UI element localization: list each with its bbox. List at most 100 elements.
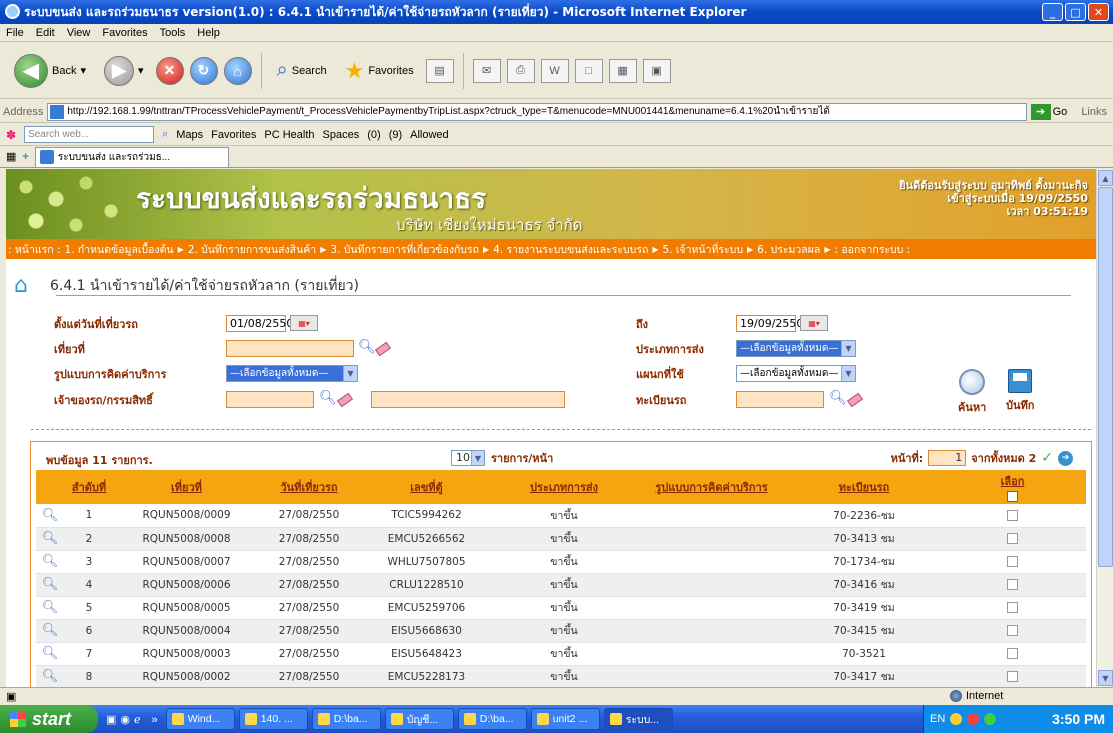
add-tab-icon[interactable]: + [22, 151, 28, 163]
search-icon[interactable]: 🔍︎ [358, 339, 376, 355]
taskbar-button[interactable]: บัญชี... [384, 708, 454, 730]
trip-input[interactable] [226, 340, 354, 357]
row-checkbox[interactable] [1007, 556, 1018, 567]
view-detail-icon[interactable]: 🔍︎ [42, 646, 59, 661]
taskbar-button[interactable]: Wind... [165, 708, 235, 730]
view-detail-icon[interactable]: 🔍︎ [42, 623, 59, 638]
tray-icon[interactable] [984, 713, 997, 725]
menu-favorites[interactable]: Favorites [102, 27, 147, 39]
stop-button[interactable]: ✕ [155, 56, 184, 85]
nav-setup[interactable]: 1. กำหนดข้อมูลเบื้องต้น [63, 241, 176, 258]
view-detail-icon[interactable]: 🔍︎ [42, 508, 59, 523]
to-date-input[interactable]: 19/09/2550 [736, 315, 803, 332]
address-input[interactable]: http://192.168.1.99/tnttran/TProcessVehi… [47, 102, 1027, 121]
web-search-input[interactable]: Search web... [24, 126, 155, 143]
tray-icon[interactable] [950, 713, 963, 725]
research-button[interactable]: ▦ [608, 58, 637, 83]
view-detail-icon[interactable]: 🔍︎ [42, 600, 59, 615]
taskbar-button[interactable]: unit2 ... [530, 708, 600, 730]
search-button[interactable]: ⌕ Search [271, 51, 333, 91]
home-icon[interactable]: ⌂ [14, 273, 28, 298]
row-checkbox[interactable] [1007, 625, 1018, 636]
tray-icon[interactable] [967, 713, 980, 725]
eraser-icon[interactable] [846, 392, 864, 408]
menu-tools[interactable]: Tools [160, 27, 186, 39]
row-checkbox[interactable] [1007, 533, 1018, 544]
nav-logout[interactable]: : ออกจากระบบ : [832, 241, 912, 258]
start-button[interactable]: start [0, 705, 98, 733]
links-label[interactable]: Links [1081, 106, 1107, 118]
eraser-icon[interactable] [336, 392, 354, 408]
table-row[interactable]: 🔍︎ 6 RQUN5008/0004 27/08/2550 EISU5668630 ขาข… [36, 619, 1086, 643]
taskbar-button[interactable]: D:\ba... [457, 708, 527, 730]
owner-code-input[interactable] [226, 391, 314, 408]
messenger-button[interactable]: ▣ [642, 58, 671, 83]
check-icon[interactable]: ✓ [1041, 450, 1053, 466]
pc-health-link[interactable]: PC Health [264, 129, 314, 141]
scroll-up-icon[interactable]: ▲ [1098, 170, 1113, 186]
refresh-button[interactable]: ↻ [189, 56, 218, 85]
browser-tab[interactable]: ระบบขนส่ง และรถร่วมธ... [34, 146, 229, 167]
table-row[interactable]: 🔍︎ 7 RQUN5008/0003 27/08/2550 EISU5648423 ขาข… [36, 642, 1086, 666]
page-size-select[interactable]: 10 ▼ [451, 450, 485, 466]
table-row[interactable]: 🔍︎ 4 RQUN5008/0006 27/08/2550 CRLU1228510 ขาข… [36, 573, 1086, 597]
maps-link[interactable]: Maps [176, 129, 203, 141]
menu-help[interactable]: Help [197, 27, 220, 39]
table-row[interactable]: 🔍︎ 3 RQUN5008/0007 27/08/2550 WHLU7507805 ขาข… [36, 550, 1086, 574]
table-row[interactable]: 🔍︎ 1 RQUN5008/0009 27/08/2550 TCIC5994262 ขาข… [36, 504, 1086, 528]
go-button[interactable]: ➔ Go [1030, 103, 1067, 120]
popup-allowed[interactable]: Allowed [410, 129, 449, 141]
owner-name-input[interactable] [371, 391, 565, 408]
language-indicator[interactable]: EN [930, 713, 945, 725]
menu-file[interactable]: File [6, 27, 24, 39]
spaces-link[interactable]: Spaces [323, 129, 360, 141]
eraser-icon[interactable] [374, 341, 392, 357]
messenger-count[interactable]: (9) [389, 129, 402, 141]
nav-staff[interactable]: 5. เจ้าหน้าที่ระบบ [660, 241, 745, 258]
service-select[interactable]: —เลือกข้อมูลทั้งหมด— ▼ [226, 365, 358, 382]
discuss-button[interactable]: □ [574, 58, 603, 83]
taskbar-button[interactable]: D:\ba... [311, 708, 381, 730]
minimize-button[interactable]: _ [1042, 3, 1063, 21]
find-button[interactable]: ค้นหา [958, 369, 986, 416]
nav-reports[interactable]: 4. รายงานระบบขนส่งและระบบรถ [491, 241, 650, 258]
search-icon[interactable]: ⌕ [162, 128, 168, 141]
quicklaunch-icons[interactable]: ▣◉ℯ » [106, 713, 162, 726]
taskbar-button[interactable]: 140. ... [238, 708, 308, 730]
row-checkbox[interactable] [1007, 671, 1018, 682]
home-button[interactable]: ⌂ [223, 56, 252, 85]
table-row[interactable]: 🔍︎ 2 RQUN5008/0008 27/08/2550 EMCU5266562 ขาข… [36, 527, 1086, 551]
view-detail-icon[interactable]: 🔍︎ [42, 669, 59, 684]
menu-edit[interactable]: Edit [36, 27, 55, 39]
tab-list-icon[interactable]: ▦ [6, 150, 16, 163]
table-row[interactable]: 🔍︎ 5 RQUN5008/0005 27/08/2550 EMCU5259706 ขาข… [36, 596, 1086, 620]
view-detail-icon[interactable]: 🔍︎ [42, 531, 59, 546]
maximize-button[interactable]: □ [1065, 3, 1086, 21]
row-checkbox[interactable] [1007, 648, 1018, 659]
from-date-input[interactable]: 01/08/2550 [226, 315, 293, 332]
close-button[interactable]: ✕ [1088, 3, 1109, 21]
forward-button[interactable]: ▶ ▾ [98, 51, 150, 91]
page-number-input[interactable]: 1 [928, 450, 967, 466]
nav-process[interactable]: 6. ประมวลผล [755, 241, 822, 258]
mail-count[interactable]: (0) [367, 129, 380, 141]
favorites-link[interactable]: Favorites [211, 129, 256, 141]
col-no[interactable]: สำดับที่ [64, 470, 114, 504]
scroll-thumb[interactable] [1098, 187, 1113, 567]
calendar-icon[interactable]: ▦▾ [290, 315, 318, 331]
nav-home[interactable]: : หน้าแรก : [6, 241, 63, 258]
row-checkbox[interactable] [1007, 579, 1018, 590]
view-detail-icon[interactable]: 🔍︎ [42, 554, 59, 569]
col-ship-type[interactable]: ประเภทการส่ง [494, 470, 634, 504]
mail-button[interactable]: ✉ [472, 58, 501, 83]
search-icon[interactable]: 🔍︎ [829, 390, 847, 406]
row-checkbox[interactable] [1007, 509, 1018, 521]
menu-view[interactable]: View [67, 27, 91, 39]
next-page-icon[interactable]: ➔ [1058, 450, 1073, 466]
row-checkbox[interactable] [1007, 602, 1018, 613]
vertical-scrollbar[interactable]: ▲ ▼ [1096, 169, 1113, 687]
col-date[interactable]: วันที่เที่ยวรถ [259, 470, 359, 504]
col-container[interactable]: เลขที่ตู้ [359, 470, 494, 504]
scroll-down-icon[interactable]: ▼ [1098, 670, 1113, 686]
calendar-icon[interactable]: ▦▾ [800, 315, 828, 331]
